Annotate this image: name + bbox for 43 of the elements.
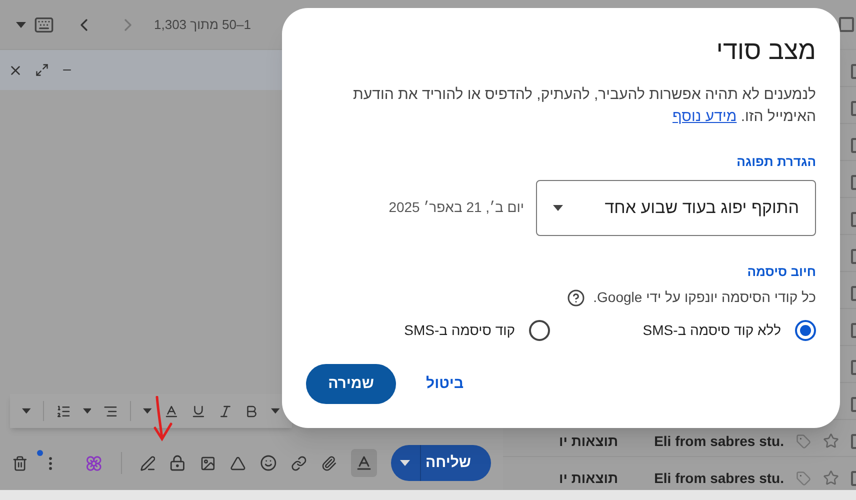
send-button[interactable]: שליחה (390, 445, 492, 481)
link-icon[interactable] (290, 454, 307, 472)
learn-more-link[interactable]: מידע נוסף (672, 108, 737, 125)
email-subject: תוצאות יו (559, 468, 618, 488)
caret-icon[interactable] (16, 22, 26, 28)
star-icon[interactable] (823, 470, 839, 486)
radio-button[interactable] (795, 320, 816, 341)
keyboard-icon[interactable] (34, 14, 54, 34)
caret-icon[interactable] (271, 408, 280, 414)
radio-label: קוד סיסמה ב-SMS (404, 321, 515, 340)
radio-label: ללא קוד סיסמה ב-SMS (642, 321, 781, 340)
expiry-select[interactable]: התוקף יפוג בעוד שבוע אחד (536, 180, 816, 236)
expand-icon[interactable] (35, 63, 49, 77)
save-button[interactable]: שמירה (306, 364, 396, 404)
caret-icon[interactable] (553, 204, 563, 210)
radio-button[interactable] (529, 320, 550, 341)
formatting-toggle[interactable] (350, 449, 377, 477)
caret-icon[interactable] (400, 460, 410, 466)
section-label: חיוב סיסמה (746, 262, 816, 280)
annotation-arrow (152, 396, 174, 442)
section-label: הגדרת תפוגה (736, 153, 816, 171)
dialog-description: לנמענים לא תהיה אפשרות להעביר, להעתיק, להדפיס או להוריד את הודעת האימייל הזו. מידע נוסף (352, 85, 816, 127)
pagination-text: 1–50 מתוך 1,303 (154, 16, 251, 34)
emoji-icon[interactable] (260, 454, 277, 472)
password-note: כל קודי הסיסמה יונפקו על ידי Google. (593, 288, 816, 307)
image-icon[interactable] (200, 454, 216, 472)
cancel-button[interactable]: ביטול (418, 364, 472, 404)
email-subject: תוצאות יו (559, 432, 618, 450)
caret-icon[interactable] (82, 408, 92, 414)
drive-icon[interactable] (230, 454, 246, 472)
pen-icon[interactable] (140, 454, 156, 472)
star-icon[interactable] (823, 433, 839, 449)
expiry-date: יום ב׳, 21 באפר׳ 2025 (388, 198, 524, 217)
caret-icon[interactable] (22, 408, 31, 414)
attach-icon[interactable] (320, 454, 337, 472)
caret-icon[interactable] (143, 408, 152, 414)
sender-name: Eli from sabres stu. (654, 468, 784, 488)
delete-icon[interactable] (12, 454, 28, 472)
lock-icon[interactable] (169, 454, 186, 472)
sender-name: Eli from sabres stu. (654, 432, 784, 450)
text-format-icon (354, 454, 373, 472)
help-icon[interactable] (567, 288, 586, 306)
dialog-title: מצב סודי (715, 34, 816, 67)
